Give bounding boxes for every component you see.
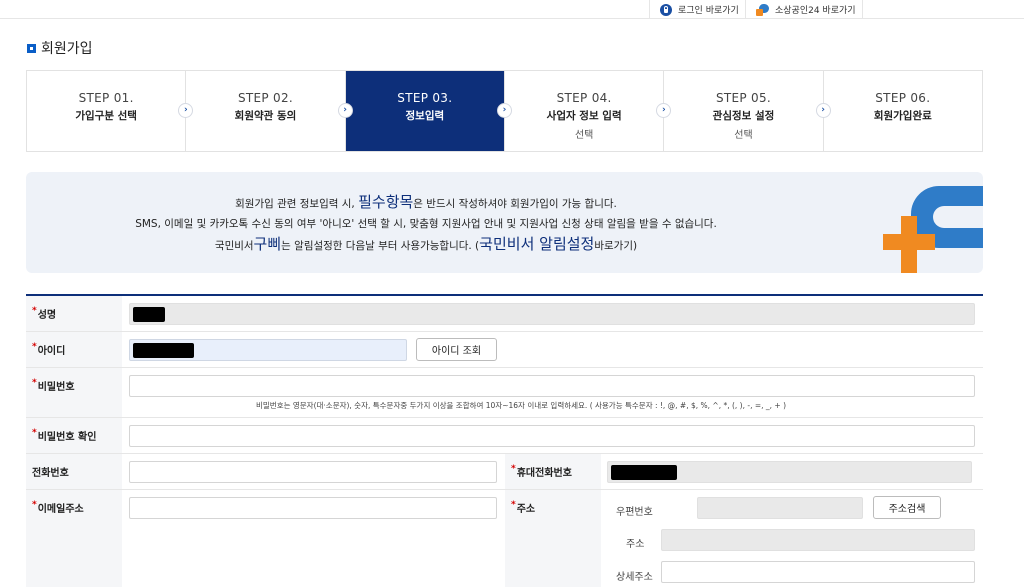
notice-emphasis: 필수항목: [358, 193, 414, 211]
step-name: 회원가입완료: [873, 110, 932, 122]
phone-label: 전화번호: [26, 454, 122, 489]
step-optional: 선택: [734, 130, 753, 141]
label-text: 주소: [516, 504, 536, 515]
required-mark: *: [511, 500, 516, 510]
step-number: STEP 02.: [237, 91, 294, 105]
notice-text: 바로가기): [594, 240, 638, 252]
phone-field[interactable]: [129, 461, 497, 483]
email-label: *이메일주소: [26, 490, 122, 587]
id-row: *아이디 아이디 조회: [26, 332, 983, 368]
password-confirm-field[interactable]: [129, 425, 975, 447]
sbiz24-link-label: 소상공인24 바로가기: [775, 6, 856, 16]
title-square-icon: [27, 43, 36, 53]
sbiz24-logo-icon: [756, 3, 769, 16]
password-hint: 비밀번호는 영문자(대·소문자), 숫자, 특수문자중 두가지 이상을 조합하여…: [256, 401, 787, 410]
step-1: STEP 01. 가입구분 선택 ›: [27, 71, 194, 151]
step-5: STEP 05. 관심정보 설정 선택 ›: [664, 71, 831, 151]
step-4: STEP 04. 사업자 정보 입력 선택 ›: [505, 71, 672, 151]
required-mark: *: [511, 464, 516, 474]
notice-line-1: 회원가입 관련 정보입력 시, 필수항목은 반드시 작성하셔야 회원가입이 가능…: [26, 191, 826, 212]
label-text: 휴대전화번호: [516, 468, 572, 479]
step-number: STEP 06.: [875, 91, 931, 105]
notice-line-2: SMS, 이메일 및 카카오톡 수신 동의 여부 '아니오' 선택 할 시, 맞…: [135, 218, 717, 230]
address-search-button[interactable]: 주소검색: [873, 496, 941, 519]
step-name: 관심정보 설정: [712, 110, 775, 122]
required-mark: *: [32, 428, 37, 438]
signup-form: *성명 *아이디 아이디 조회 *비밀번호 비밀번호는 영문자(대·소문자), …: [26, 294, 983, 587]
signup-steps: STEP 01. 가입구분 선택 › STEP 02. 회원약관 동의 › ST…: [26, 70, 983, 152]
required-mark: *: [32, 500, 37, 510]
id-check-button[interactable]: 아이디 조회: [416, 338, 497, 361]
step-3-active: STEP 03. 정보입력 ›: [345, 71, 512, 151]
step-name: 사업자 정보 입력: [546, 110, 622, 122]
mobile-label: *휴대전화번호: [505, 454, 601, 489]
chevron-right-icon: ›: [496, 103, 512, 118]
redacted-value: [133, 307, 165, 322]
name-row: *성명: [26, 296, 983, 332]
notice-emphasis: 구삐: [253, 235, 282, 253]
address-detail-field[interactable]: [661, 561, 975, 583]
step-number: STEP 01.: [78, 91, 134, 105]
password-field[interactable]: [129, 375, 975, 397]
password-confirm-label: *비밀번호 확인: [26, 418, 122, 453]
sbiz24-link[interactable]: 소상공인24 바로가기: [745, 0, 863, 19]
login-link[interactable]: 로그인 바로가기: [649, 0, 745, 19]
address-label: *주소: [505, 490, 601, 587]
zipcode-field[interactable]: [697, 497, 863, 519]
chevron-right-icon: ›: [337, 103, 353, 118]
notice-text: 는 알림설정한 다음날 부터 사용가능합니다. (: [281, 240, 480, 252]
required-mark: *: [32, 342, 37, 352]
top-utility-bar: 로그인 바로가기 소상공인24 바로가기: [0, 0, 1024, 19]
notice-text: 은 반드시 작성하셔야 회원가입이 가능 합니다.: [413, 198, 617, 210]
id-label: *아이디: [26, 332, 122, 367]
name-field[interactable]: [129, 303, 975, 325]
step-name: 가입구분 선택: [75, 110, 137, 122]
address-detail-label: 상세주소: [616, 572, 653, 583]
label-text: 비밀번호: [37, 382, 75, 393]
required-mark: *: [32, 378, 37, 388]
chevron-right-icon: ›: [815, 103, 831, 118]
label-text: 아이디: [37, 346, 66, 357]
step-name: 회원약관 동의: [234, 110, 297, 122]
page-title-text: 회원가입: [41, 41, 93, 57]
email-address-row: *이메일주소 *주소 우편번호 주소검색 주소 상세주소: [26, 490, 983, 587]
password-row: *비밀번호 비밀번호는 영문자(대·소문자), 숫자, 특수문자중 두가지 이상…: [26, 368, 983, 418]
password-confirm-row: *비밀번호 확인: [26, 418, 983, 454]
name-label: *성명: [26, 296, 122, 331]
label-text: 비밀번호 확인: [37, 432, 97, 443]
step-optional: 선택: [574, 130, 594, 141]
email-field[interactable]: [129, 497, 497, 519]
address-sub-label: 주소: [626, 539, 645, 550]
address-field[interactable]: [661, 529, 975, 551]
lock-icon: [660, 3, 672, 16]
step-number: STEP 04.: [556, 91, 612, 105]
mobile-field[interactable]: [607, 461, 972, 483]
decorative-logo-graphic: [883, 184, 983, 273]
step-number: STEP 03.: [397, 91, 453, 105]
redacted-value: [611, 465, 677, 480]
label-text: 이메일주소: [37, 504, 84, 515]
notice-text: 회원가입 관련 정보입력 시,: [235, 198, 355, 210]
step-6: STEP 06. 회원가입완료: [824, 71, 982, 151]
label-text: 성명: [37, 310, 57, 321]
password-label: *비밀번호: [26, 368, 122, 417]
redacted-value: [133, 343, 194, 358]
step-number: STEP 05.: [715, 91, 772, 105]
label-text: 전화번호: [32, 468, 69, 479]
zipcode-label: 우편번호: [616, 507, 653, 518]
notice-box: 회원가입 관련 정보입력 시, 필수항목은 반드시 작성하셔야 회원가입이 가능…: [26, 172, 983, 273]
notice-text: 국민비서: [214, 240, 254, 252]
id-field[interactable]: [129, 339, 407, 361]
step-name: 정보입력: [405, 110, 445, 122]
required-mark: *: [32, 306, 37, 316]
step-2: STEP 02. 회원약관 동의 ›: [186, 71, 353, 151]
login-link-label: 로그인 바로가기: [678, 6, 739, 16]
secretary-setting-link[interactable]: 국민비서 알림설정: [479, 235, 594, 253]
phone-row: 전화번호 *휴대전화번호: [26, 454, 983, 490]
notice-line-3: 국민비서구삐는 알림설정한 다음날 부터 사용가능합니다. (국민비서 알림설정…: [26, 233, 826, 254]
page-title: 회원가입: [27, 38, 93, 58]
